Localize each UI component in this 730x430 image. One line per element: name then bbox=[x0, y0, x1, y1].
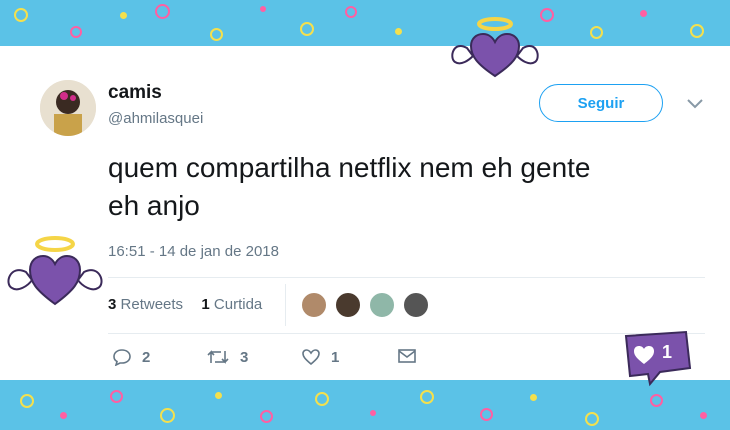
retweets-stat[interactable]: 3 Retweets bbox=[108, 296, 183, 313]
reply-button[interactable]: 2 bbox=[112, 348, 150, 366]
speech-bubble-icon bbox=[624, 330, 692, 387]
like-badge-count: 1 bbox=[662, 342, 673, 362]
angel-heart-sticker bbox=[7, 236, 103, 306]
retweets-label: Retweets bbox=[120, 296, 184, 313]
follow-button-label: Seguir bbox=[577, 94, 625, 112]
tweet-text-line: quem compartilha netflix nem eh gente bbox=[108, 152, 591, 183]
retweets-count: 3 bbox=[108, 296, 117, 313]
decorative-pattern-top bbox=[0, 0, 730, 46]
likes-label: Curtida bbox=[213, 296, 263, 313]
heart-icon bbox=[302, 349, 320, 366]
envelope-icon bbox=[398, 349, 416, 363]
follow-button[interactable]: Seguir bbox=[539, 84, 663, 122]
likes-stat[interactable]: 1 Curtida bbox=[201, 296, 262, 313]
like-notification-sticker: 1 bbox=[620, 328, 694, 388]
retweet-count: 3 bbox=[240, 348, 249, 366]
like-count: 1 bbox=[331, 348, 340, 366]
user-handle[interactable]: @ahmilasquei bbox=[108, 110, 203, 127]
avatar-photo bbox=[40, 80, 96, 136]
liker-avatar[interactable] bbox=[300, 291, 328, 319]
tweet-stats: 3 Retweets 1 Curtida bbox=[108, 296, 262, 313]
liker-avatar[interactable] bbox=[334, 291, 362, 319]
reply-count: 2 bbox=[142, 348, 151, 366]
display-name[interactable]: camis bbox=[108, 82, 162, 104]
divider bbox=[285, 284, 286, 326]
tweet-timestamp[interactable]: 16:51 - 14 de jan de 2018 bbox=[108, 243, 279, 260]
avatar[interactable] bbox=[40, 80, 96, 136]
liker-avatar[interactable] bbox=[402, 291, 430, 319]
divider bbox=[108, 277, 705, 278]
reply-icon bbox=[113, 349, 131, 366]
tweet-text: quem compartilha netflix nem eh gente eh… bbox=[108, 149, 708, 225]
direct-message-button[interactable] bbox=[397, 348, 417, 364]
likes-count: 1 bbox=[201, 296, 210, 313]
retweet-button[interactable]: 3 bbox=[206, 348, 248, 366]
chevron-down-icon[interactable] bbox=[686, 98, 704, 110]
liker-avatar[interactable] bbox=[368, 291, 396, 319]
tweet-text-line: eh anjo bbox=[108, 190, 200, 221]
retweet-icon bbox=[207, 350, 229, 364]
angel-heart-sticker bbox=[451, 17, 539, 78]
like-button[interactable]: 1 bbox=[301, 348, 339, 366]
divider bbox=[108, 333, 705, 334]
